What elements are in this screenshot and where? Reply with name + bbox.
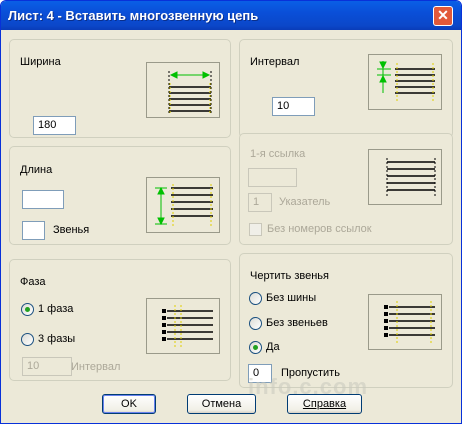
- phase-label: Фаза: [20, 276, 46, 288]
- width-diagram-icon: [168, 71, 212, 115]
- no-links-label: Без звеньев: [266, 317, 328, 329]
- phase-1-label: 1 фаза: [38, 303, 74, 315]
- reference-preview-image: [368, 149, 442, 205]
- pointer-label: Указатель: [279, 196, 331, 208]
- interval-input[interactable]: 10: [272, 97, 315, 116]
- phase-interval-label: Интервал: [71, 361, 121, 373]
- length-panel: Длина Звенья: [9, 146, 231, 245]
- links-input[interactable]: [22, 221, 45, 240]
- close-button[interactable]: ✕: [433, 6, 453, 26]
- phase-preview-image: [146, 298, 220, 354]
- phase-3-label: 3 фазы: [38, 333, 76, 345]
- reference-label: 1-я ссылка: [250, 148, 306, 160]
- length-input[interactable]: [22, 190, 64, 209]
- draw-links-panel: Чертить звенья Без шины Без звеньев Да 0…: [239, 253, 453, 388]
- phase-diagram-icon: [162, 305, 213, 347]
- no-bus-radio[interactable]: [249, 292, 262, 305]
- help-button-label: Справка: [302, 398, 347, 410]
- yes-radio[interactable]: [249, 341, 262, 354]
- reference-diagram-icon: [386, 158, 436, 196]
- dialog-window: Лист: 4 - Вставить многозвенную цепь ✕ Ш…: [0, 0, 462, 424]
- length-label: Длина: [20, 164, 53, 176]
- close-icon: ✕: [437, 7, 449, 23]
- interval-label: Интервал: [250, 56, 300, 68]
- interval-panel: Интервал 10: [239, 39, 453, 138]
- title-bar[interactable]: Лист: 4 - Вставить многозвенную цепь ✕: [1, 1, 461, 30]
- interval-diagram-icon: [377, 61, 435, 103]
- no-ref-numbers-checkbox[interactable]: [249, 223, 262, 236]
- ok-button[interactable]: OK: [102, 394, 156, 414]
- draw-links-diagram-icon: [384, 301, 435, 343]
- width-panel: Ширина 180: [9, 39, 231, 138]
- reference-panel: 1-я ссылка 1 Указатель Без номеров ссыло…: [239, 133, 453, 245]
- phase-panel: Фаза 1 фаза 3 фазы 10 Интервал: [9, 259, 231, 381]
- phase-interval-input[interactable]: 10: [22, 357, 72, 376]
- reference-input[interactable]: [248, 168, 297, 187]
- yes-label: Да: [266, 341, 280, 353]
- width-preview-image: [146, 62, 220, 118]
- cancel-button[interactable]: Отмена: [187, 394, 256, 414]
- links-label: Звенья: [53, 224, 90, 236]
- phase-3-radio[interactable]: [21, 333, 34, 346]
- length-diagram-icon: [155, 184, 213, 226]
- draw-links-preview-image: [368, 294, 442, 350]
- no-bus-label: Без шины: [266, 292, 317, 304]
- width-label: Ширина: [20, 56, 61, 68]
- pointer-input[interactable]: 1: [248, 193, 272, 212]
- width-input[interactable]: 180: [33, 116, 76, 135]
- interval-preview-image: [368, 54, 442, 110]
- phase-1-radio[interactable]: [21, 303, 34, 316]
- length-preview-image: [146, 177, 220, 233]
- help-button[interactable]: Справка: [287, 394, 362, 414]
- draw-links-label: Чертить звенья: [250, 270, 329, 282]
- window-title: Лист: 4 - Вставить многозвенную цепь: [8, 8, 259, 23]
- no-links-radio[interactable]: [249, 317, 262, 330]
- no-ref-numbers-label: Без номеров ссылок: [267, 223, 372, 235]
